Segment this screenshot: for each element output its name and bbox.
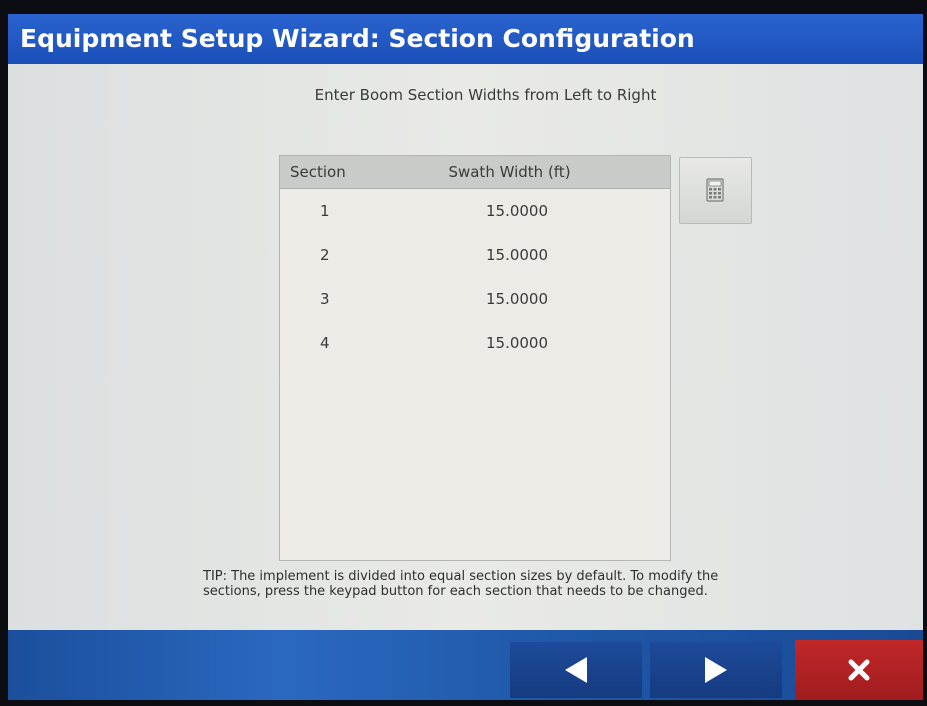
- arrow-left-icon: [565, 657, 587, 683]
- section-width-table: Section Swath Width (ft) 1 15.0000 2 15.…: [279, 155, 671, 561]
- column-header-swath-width: Swath Width (ft): [448, 163, 571, 181]
- swath-width-value: 15.0000: [485, 334, 549, 352]
- keypad-button[interactable]: [679, 157, 752, 224]
- column-header-section: Section: [290, 163, 346, 181]
- swath-width-value: 15.0000: [485, 290, 549, 308]
- table-row[interactable]: 1 15.0000: [280, 189, 670, 233]
- table-row[interactable]: 4 15.0000: [280, 321, 670, 365]
- cancel-button[interactable]: [795, 640, 923, 700]
- swath-width-value: 15.0000: [485, 246, 549, 264]
- wizard-screen: Equipment Setup Wizard: Section Configur…: [8, 14, 923, 700]
- table-row[interactable]: 2 15.0000: [280, 233, 670, 277]
- tip-text: TIP: The implement is divided into equal…: [203, 569, 719, 599]
- back-button[interactable]: [510, 642, 642, 698]
- table-header: Section Swath Width (ft): [280, 156, 670, 189]
- arrow-right-icon: [705, 657, 727, 683]
- table-row[interactable]: 3 15.0000: [280, 277, 670, 321]
- section-number: 1: [320, 202, 330, 220]
- close-icon: [848, 659, 870, 681]
- section-number: 3: [320, 290, 330, 308]
- footer-bar: [8, 630, 923, 700]
- next-button[interactable]: [650, 642, 782, 698]
- page-title: Equipment Setup Wizard: Section Configur…: [8, 14, 923, 64]
- section-number: 2: [320, 246, 330, 264]
- content-area: Enter Boom Section Widths from Left to R…: [8, 64, 923, 630]
- instruction-text: Enter Boom Section Widths from Left to R…: [314, 86, 657, 104]
- swath-width-value: 15.0000: [485, 202, 549, 220]
- calculator-icon: [706, 178, 724, 202]
- section-number: 4: [320, 334, 330, 352]
